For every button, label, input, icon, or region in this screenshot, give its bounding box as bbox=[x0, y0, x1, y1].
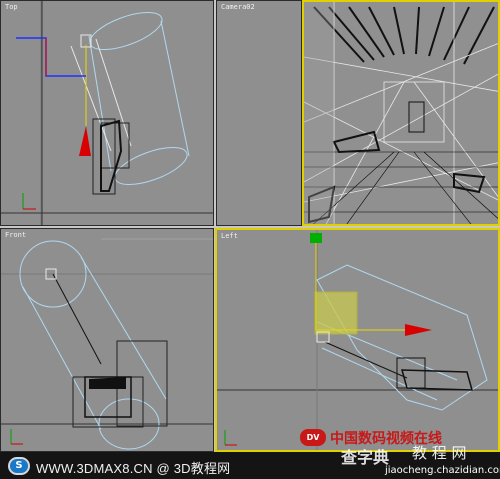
brand-logo: DV bbox=[300, 429, 326, 446]
watermark-main: 查字典 bbox=[341, 448, 390, 467]
viewport-front[interactable]: Front bbox=[0, 228, 214, 452]
viewport-left[interactable]: Left bbox=[215, 228, 500, 452]
y-axis-handle-icon[interactable] bbox=[310, 233, 322, 243]
viewport-camera-preview[interactable] bbox=[302, 0, 500, 226]
y-axis-arrow-icon[interactable] bbox=[79, 126, 91, 156]
viewport-camera[interactable]: Camera02 bbox=[216, 0, 302, 226]
camera-view-wireframe bbox=[304, 2, 498, 224]
gizmo-plane-handle[interactable] bbox=[314, 291, 358, 335]
front-view-wireframe bbox=[1, 238, 213, 450]
watermark-sub: 教 程 网 bbox=[412, 444, 467, 462]
top-view-wireframe bbox=[1, 1, 213, 225]
watermark-url[interactable]: jiaocheng.chazidian.com bbox=[385, 465, 500, 476]
x-axis-arrow-icon[interactable] bbox=[405, 324, 432, 336]
site-url-text[interactable]: WWW.3DMAX8.CN @ 3D教程网 bbox=[36, 458, 230, 477]
viewport-top[interactable]: Top bbox=[0, 0, 214, 226]
left-view-wireframe bbox=[217, 230, 498, 450]
viewport-label[interactable]: Camera02 bbox=[221, 3, 255, 11]
site-logo-icon: S bbox=[8, 457, 30, 475]
